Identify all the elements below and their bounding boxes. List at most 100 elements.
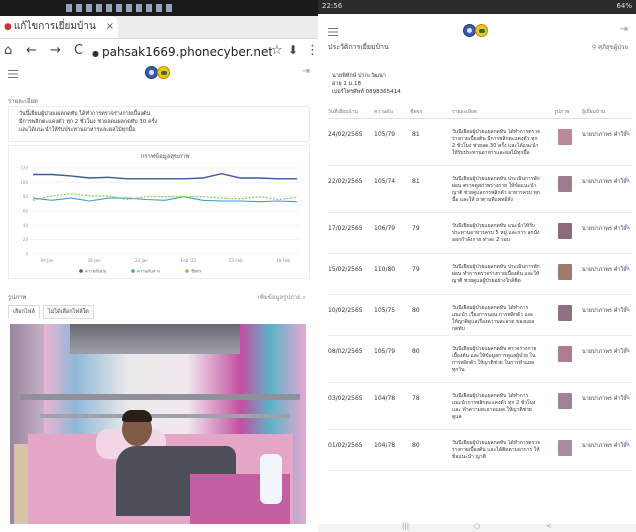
more-menu-icon[interactable]: ⋮ bbox=[306, 43, 318, 58]
visit-photo-thumbnail[interactable] bbox=[558, 129, 572, 145]
browser-tab-strip: ● แก้ไขการเยี่ยมบ้าน × bbox=[0, 16, 318, 39]
user-menu[interactable]: ⚲ ศุภิสุขผู้ป่วย bbox=[592, 42, 628, 52]
visit-photo-thumbnail[interactable] bbox=[558, 176, 572, 192]
series-line bbox=[33, 172, 297, 180]
col-visitor: ผู้เยี่ยมบ้าน bbox=[582, 109, 606, 115]
user-icon: ⚲ bbox=[591, 44, 597, 51]
add-photo-link[interactable]: เพิ่มข้อมูลรูปถ่าย ⌕ bbox=[258, 292, 306, 302]
patient-photo bbox=[10, 324, 306, 524]
right-phone-screen: 22:56 64% ⇥ ประวัติการเยี่ยมบ้าน ⚲ ศุภิส… bbox=[318, 0, 636, 532]
edit-icon[interactable]: ✎ bbox=[624, 176, 631, 185]
pulse: 80 bbox=[412, 442, 420, 449]
visitor-name: นายปาภาพร คำใจ bbox=[582, 443, 627, 449]
edit-icon[interactable]: ✎ bbox=[624, 129, 631, 138]
reload-icon[interactable]: C bbox=[74, 43, 83, 58]
edit-icon[interactable]: ✎ bbox=[624, 305, 631, 314]
back-icon[interactable]: < bbox=[546, 522, 552, 530]
home-icon[interactable]: ⌂ bbox=[4, 43, 12, 58]
choose-file-button[interactable]: เลือกไฟล์ bbox=[8, 305, 40, 319]
hamburger-menu-icon[interactable] bbox=[328, 28, 338, 36]
col-detail: รายละเอียด bbox=[452, 109, 478, 115]
patient-age: อายุ 1 ม.18 bbox=[332, 81, 361, 87]
visitor-name: นายปาภาพร คำใจ bbox=[582, 349, 627, 355]
search-icon: ⌕ bbox=[302, 294, 306, 301]
user-name: ศุภิสุขผู้ป่วย bbox=[598, 44, 628, 51]
visit-photo-thumbnail[interactable] bbox=[558, 346, 572, 362]
y-tick-label: 0 bbox=[25, 252, 28, 257]
edit-icon[interactable]: ✎ bbox=[624, 440, 631, 449]
visitor-name: นายปาภาพร คำใจ bbox=[582, 132, 627, 138]
browser-tab[interactable]: ● แก้ไขการเยี่ยมบ้าน × bbox=[0, 16, 118, 38]
visit-photo-thumbnail[interactable] bbox=[558, 440, 572, 456]
health-chart-card: กราฟข้อมูลสุขภาพ 0 20 40 60 80 100 120 09 Jan 16 … bbox=[8, 145, 310, 279]
download-icon[interactable]: ⬇ bbox=[288, 43, 298, 57]
forward-icon[interactable]: → bbox=[50, 43, 61, 58]
y-tick-label: 100 bbox=[20, 180, 28, 185]
tab-close-icon[interactable]: × bbox=[106, 16, 114, 38]
visit-date: 08/02/2565 bbox=[328, 348, 363, 355]
edit-icon[interactable]: ✎ bbox=[624, 393, 631, 402]
pulse: 79 bbox=[412, 225, 420, 232]
home-icon[interactable]: ○ bbox=[474, 522, 480, 530]
x-tick-label: Feb '22 bbox=[181, 258, 197, 263]
visit-date: 10/02/2565 bbox=[328, 307, 363, 314]
app-logo bbox=[463, 24, 491, 38]
col-date: วันที่เยี่ยมบ้าน bbox=[328, 109, 358, 115]
visitor-name: นายปาภาพร คำใจ bbox=[582, 267, 627, 273]
visitor-name: นายปาภาพร คำใจ bbox=[582, 179, 627, 185]
visit-history-table: วันที่เยี่ยมบ้าน ความดัน ชีพจร รายละเอีย… bbox=[328, 106, 632, 471]
page-header: ประวัติการเยี่ยมบ้าน ⚲ ศุภิสุขผู้ป่วย bbox=[328, 42, 628, 56]
tab-title: แก้ไขการเยี่ยมบ้าน bbox=[13, 21, 96, 32]
visit-photo-thumbnail[interactable] bbox=[558, 223, 572, 239]
y-tick-label: 40 bbox=[23, 223, 29, 228]
back-icon[interactable]: ← bbox=[26, 43, 37, 58]
visit-date: 17/02/2565 bbox=[328, 225, 363, 232]
patient-info: นายพิทักษ์ ปากะวัฒนา อายุ 1 ม.18 เบอร์โท… bbox=[332, 72, 401, 96]
y-tick-label: 60 bbox=[23, 209, 29, 214]
col-pulse: ชีพจร bbox=[410, 109, 423, 115]
visit-note: วันนี้เยี่ยมผู้ป่วยแผลกดทับ ได้ทำการ แนะ… bbox=[452, 393, 536, 420]
status-bar: 22:56 64% bbox=[318, 0, 636, 14]
pulse: 81 bbox=[412, 131, 420, 138]
visitor-name: นายปาภาพร คำใจ bbox=[582, 308, 627, 314]
blood-pressure: 110/80 bbox=[374, 266, 396, 273]
bookmark-star-icon[interactable]: ☆ bbox=[271, 43, 283, 58]
android-nav-bar: ||| ○ < bbox=[318, 522, 636, 532]
visit-photo-thumbnail[interactable] bbox=[558, 264, 572, 280]
edit-icon[interactable]: ✎ bbox=[624, 223, 631, 232]
visit-photo-thumbnail[interactable] bbox=[558, 305, 572, 321]
page-title: ประวัติการเยี่ยมบ้าน bbox=[328, 43, 389, 51]
table-row: 22/02/2565 105/74 81 วันนี้เยี่ยมผู้ป่วยแผล… bbox=[328, 166, 632, 213]
visit-date: 03/02/2565 bbox=[328, 395, 363, 402]
legend-marker bbox=[131, 269, 135, 273]
chart-title: กราฟข้อมูลสุขภาพ bbox=[141, 153, 190, 160]
blood-pressure: 106/79 bbox=[374, 225, 396, 232]
address-bar[interactable]: ● pahsak1669.phonecyber.net/r bbox=[92, 45, 272, 59]
patient-phone: เบอร์โทรศัพท์ 0898365414 bbox=[332, 89, 401, 95]
patient-name: นายพิทักษ์ ปากะวัฒนา bbox=[332, 73, 386, 79]
edit-icon[interactable]: ✎ bbox=[624, 346, 631, 355]
pulse: 78 bbox=[412, 395, 420, 402]
pulse: 79 bbox=[412, 266, 420, 273]
table-row: 17/02/2565 106/79 79 วันนี้เยี่ยมผู้ป่วยแผล… bbox=[328, 213, 632, 254]
visit-date: 24/02/2565 bbox=[328, 131, 363, 138]
hamburger-menu-icon[interactable] bbox=[8, 70, 18, 78]
col-photo: รูปภาพ bbox=[554, 109, 570, 115]
detail-line: และได้แนะนำให้รับประทานอาหารและผลไม้ทุกม… bbox=[19, 127, 136, 133]
y-tick-label: 120 bbox=[20, 166, 28, 171]
recents-icon[interactable]: ||| bbox=[402, 522, 409, 530]
blood-pressure: 105/75 bbox=[374, 307, 396, 314]
visit-note: วันนี้เยี่ยมผู้ป่วยแผลกดทับ ได้ทำการแนะน… bbox=[452, 305, 535, 332]
visitor-name: นายปาภาพร คำใจ bbox=[582, 396, 627, 402]
visit-detail-card: วันนี้เยี่ยมผู้ป่วยแผลกดทับ ได้ทำการตรวจ… bbox=[8, 106, 310, 142]
tab-favicon-icon: ● bbox=[4, 22, 12, 32]
x-tick-label: 23 Jan bbox=[135, 258, 148, 263]
table-row: 01/02/2565 104/78 80 วันนี้เยี่ยมผู้ป่วยแผล… bbox=[328, 430, 632, 471]
logout-icon[interactable]: ⇥ bbox=[302, 66, 310, 77]
visit-photo-thumbnail[interactable] bbox=[558, 393, 572, 409]
edit-icon[interactable]: ✎ bbox=[624, 264, 631, 273]
logout-icon[interactable]: ⇥ bbox=[620, 24, 628, 35]
visit-note: วันนี้เยี่ยมผู้ป่วยแผลกดทับ ตรวจร่างกายเ… bbox=[452, 346, 537, 373]
x-tick-label: 16 Jan bbox=[88, 258, 101, 263]
visit-note: วันนี้เยี่ยมผู้ป่วยแผลกดทับ ได้ทำการตรวจ… bbox=[452, 129, 540, 156]
